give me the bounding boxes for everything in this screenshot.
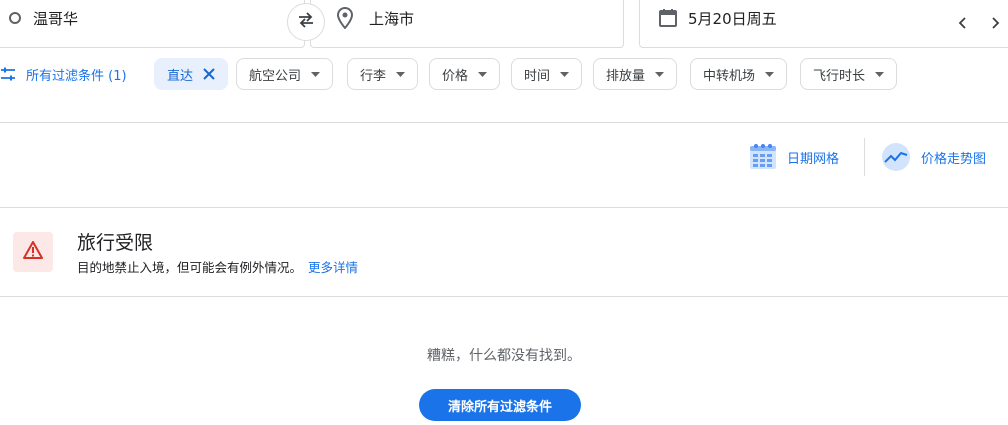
date-grid-button[interactable]: 日期网格 [749, 140, 839, 174]
restriction-title: 旅行受限 [77, 232, 154, 254]
chip-label: 行李 [360, 68, 387, 84]
warning-badge [13, 232, 53, 272]
chevron-down-icon [478, 71, 488, 77]
chevron-down-icon [875, 71, 885, 77]
calendar-icon [658, 8, 678, 28]
chip-label: 中转机场 [703, 68, 756, 84]
origin-field[interactable]: 温哥华 [0, 0, 305, 48]
filter-bar: 所有过滤条件 (1) 直达 航空公司 行李 价格 时间 排放量 中转机场 飞行时… [0, 58, 1008, 90]
chip-connecting-airports[interactable]: 中转机场 [690, 58, 788, 90]
next-date-icon[interactable] [984, 12, 1006, 34]
price-graph-label: 价格走势图 [921, 151, 987, 167]
chevron-down-icon [560, 71, 570, 77]
chip-duration[interactable]: 飞行时长 [800, 58, 898, 90]
departure-date-value: 5月20日周五 [688, 9, 777, 28]
origin-circle-icon [9, 12, 21, 24]
no-results-message: 糟糕，什么都没有找到。 [427, 348, 581, 364]
price-graph-icon [881, 142, 911, 172]
chip-label: 飞行时长 [813, 68, 866, 84]
date-grid-icon [749, 143, 777, 171]
chip-price[interactable]: 价格 [429, 58, 501, 90]
all-filters-button[interactable]: 所有过滤条件 (1) [0, 58, 127, 90]
chevron-down-icon [655, 71, 665, 77]
chevron-down-icon [311, 71, 321, 77]
chevron-down-icon [765, 71, 775, 77]
close-icon[interactable] [203, 68, 215, 80]
clear-all-filters-button[interactable]: 清除所有过滤条件 [419, 389, 581, 421]
date-grid-label: 日期网格 [787, 151, 840, 167]
warning-triangle-icon [23, 241, 43, 263]
location-pin-icon [337, 7, 353, 29]
restriction-text: 目的地禁止入境，但可能会有例外情况。 [77, 260, 303, 275]
destination-value: 上海市 [369, 9, 415, 28]
chip-bags[interactable]: 行李 [347, 58, 419, 90]
all-filters-label: 所有过滤条件 (1) [26, 68, 127, 84]
destination-field[interactable]: 上海市 [310, 0, 624, 48]
chevron-down-icon [396, 71, 406, 77]
chip-label: 价格 [442, 68, 469, 84]
chip-nonstop-label: 直达 [167, 68, 194, 84]
chip-label: 航空公司 [249, 68, 302, 84]
previous-date-icon[interactable] [952, 12, 974, 34]
chip-label: 时间 [524, 68, 551, 84]
divider [0, 207, 1008, 208]
swap-button[interactable] [287, 3, 325, 41]
restriction-text-row: 目的地禁止入境，但可能会有例外情况。 更多详情 [77, 257, 358, 276]
swap-arrows-icon [296, 10, 316, 34]
more-details-link[interactable]: 更多详情 [308, 260, 358, 275]
chip-airlines[interactable]: 航空公司 [236, 58, 334, 90]
divider [0, 296, 1008, 297]
chip-nonstop[interactable]: 直达 [154, 58, 229, 90]
tool-separator [864, 138, 865, 176]
origin-value: 温哥华 [33, 9, 79, 28]
chip-emissions[interactable]: 排放量 [593, 58, 678, 90]
chip-label: 排放量 [606, 68, 646, 84]
chip-times[interactable]: 时间 [511, 58, 583, 90]
filter-sliders-icon [0, 67, 16, 81]
divider [0, 122, 1008, 123]
price-graph-button[interactable]: 价格走势图 [881, 140, 986, 174]
